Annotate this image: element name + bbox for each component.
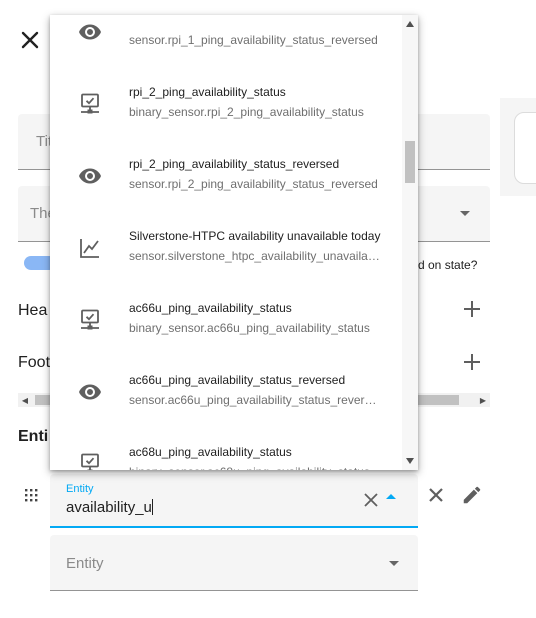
suggestion-entity-id: binary_sensor.ac66u_ping_availability_st… <box>129 321 370 335</box>
entity-select-label: Entity <box>66 555 104 572</box>
suggestion-entity-id: binary_sensor.rpi_2_ping_availability_st… <box>129 105 364 119</box>
add-header-button[interactable] <box>462 297 482 323</box>
entity-picker-value: availability_u <box>66 499 152 516</box>
suggestion-friendly-name: ac66u_ping_availability_status_reversed <box>129 373 346 387</box>
scroll-down-arrow-icon[interactable] <box>402 454 418 468</box>
vertical-scrollbar[interactable] <box>402 15 418 470</box>
close-icon <box>21 31 39 49</box>
entity-select-empty[interactable]: Entity <box>50 535 418 591</box>
chevron-down-icon <box>460 211 470 216</box>
entity-picker-label: Entity <box>66 483 94 495</box>
suggestion-list: sensor.rpi_1_ping_availability_status_re… <box>50 15 402 470</box>
suggestion-friendly-name: Silverstone-HTPC availability unavailabl… <box>129 229 381 243</box>
remove-entity-icon[interactable] <box>426 485 446 505</box>
eye-icon <box>78 380 102 404</box>
plus-icon <box>464 354 480 370</box>
suggestion-item[interactable]: ac66u_ping_availability_status binary_sen… <box>50 284 402 356</box>
network-monitor-icon <box>78 308 102 332</box>
suggestion-item[interactable]: Silverstone-HTPC availability unavailabl… <box>50 212 402 284</box>
vertical-scrollbar-thumb[interactable] <box>405 141 415 183</box>
add-footer-button[interactable] <box>462 350 482 376</box>
suggestion-entity-id: sensor.rpi_1_ping_availability_status_re… <box>129 33 378 47</box>
chart-line-icon <box>78 236 102 260</box>
scroll-up-arrow-icon[interactable] <box>402 17 418 31</box>
plus-icon <box>464 301 480 317</box>
suggestion-item[interactable]: ac66u_ping_availability_status_reverseds… <box>50 356 402 428</box>
network-monitor-icon <box>78 452 102 470</box>
entity-suggestions-dropdown: sensor.rpi_1_ping_availability_status_re… <box>50 15 418 470</box>
footer-label: Foot <box>18 354 51 371</box>
suggestion-friendly-name: rpi_2_ping_availability_status_reversed <box>129 157 340 171</box>
entity-picker-value-wrap[interactable]: availability_u <box>66 499 153 516</box>
suggestion-entity-id: sensor.ac66u_ping_availability_status_re… <box>129 393 381 407</box>
suggestion-item[interactable]: rpi_2_ping_availability_status_reverseds… <box>50 140 402 212</box>
entities-section-title: Enti <box>18 428 49 445</box>
clear-icon[interactable] <box>362 491 380 509</box>
scroll-left-arrow-icon[interactable]: ◀ <box>18 393 32 407</box>
entity-picker-input[interactable]: Entity availability_u <box>50 474 418 528</box>
state-toggle-label: d on state? <box>418 258 478 272</box>
suggestion-entity-id: sensor.rpi_2_ping_availability_status_re… <box>129 177 378 191</box>
suggestion-entity-id: binary_sensor.ac68u_ping_availability_st… <box>129 465 381 470</box>
header-label: Hea <box>18 302 48 319</box>
suggestion-friendly-name: ac66u_ping_availability_status <box>129 301 292 315</box>
suggestion-friendly-name: rpi_2_ping_availability_status <box>129 85 286 99</box>
eye-icon <box>78 164 102 188</box>
eye-icon <box>78 20 102 44</box>
network-monitor-icon <box>78 92 102 116</box>
suggestion-item[interactable]: sensor.rpi_1_ping_availability_status_re… <box>50 15 402 68</box>
drag-handle-icon[interactable] <box>22 486 40 504</box>
scroll-right-arrow-icon[interactable]: ▶ <box>476 393 490 407</box>
close-dialog-button[interactable] <box>14 24 46 56</box>
suggestion-item[interactable]: ac68u_ping_availability_status binary_sen… <box>50 428 402 470</box>
suggestion-friendly-name: ac68u_ping_availability_status <box>129 445 292 459</box>
chevron-up-icon[interactable] <box>386 494 396 499</box>
preview-card <box>514 112 536 184</box>
suggestion-item[interactable]: rpi_2_ping_availability_status binary_sen… <box>50 68 402 140</box>
text-caret <box>151 499 153 515</box>
edit-entity-icon[interactable] <box>461 484 483 506</box>
chevron-down-icon <box>389 561 399 566</box>
suggestion-entity-id: sensor.silverstone_htpc_availability_una… <box>129 249 381 263</box>
